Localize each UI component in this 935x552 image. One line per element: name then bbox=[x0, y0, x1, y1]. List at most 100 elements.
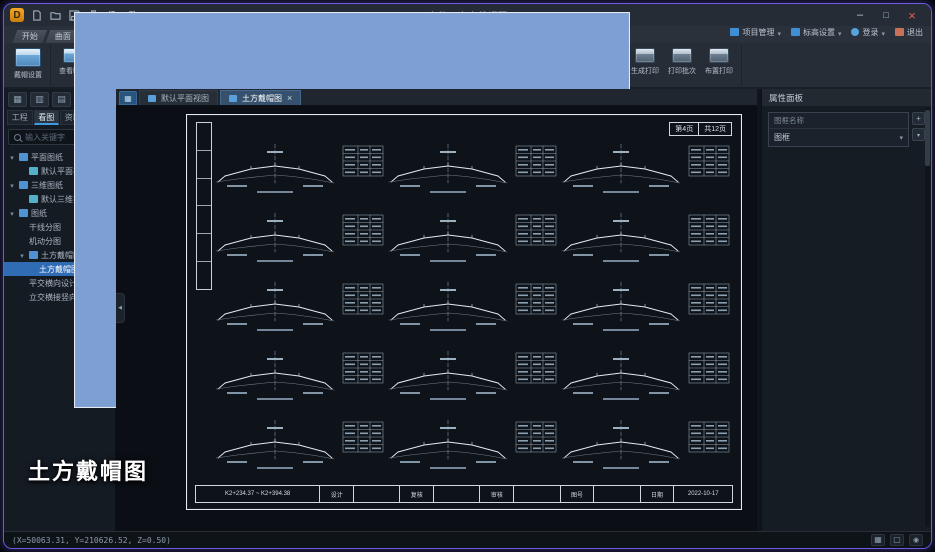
display-icon bbox=[791, 28, 800, 36]
caption-overlay: 土方戴帽图 bbox=[28, 454, 148, 486]
close-button[interactable] bbox=[899, 6, 925, 24]
frame-options-button[interactable] bbox=[912, 128, 925, 141]
ribbon-group: 戴帽设置 bbox=[6, 45, 51, 85]
minimize-button[interactable] bbox=[847, 6, 873, 24]
sidebar-tab-看图[interactable]: 看图 bbox=[34, 110, 60, 125]
new-file-icon[interactable] bbox=[29, 8, 43, 22]
menu-right-label: 登录 bbox=[862, 27, 878, 38]
ribbon-button[interactable]: 戴帽设置 bbox=[13, 48, 43, 80]
ribbon-button-label: 布置打印 bbox=[705, 66, 733, 76]
folder-icon bbox=[19, 209, 28, 217]
chevron-down-icon bbox=[777, 23, 781, 41]
document-tab[interactable]: 土方戴帽图 bbox=[220, 90, 301, 105]
panel-columns-icon[interactable] bbox=[30, 92, 49, 107]
drawing-canvas[interactable]: 第4页 共12页 bbox=[116, 106, 757, 531]
titleblock-cell: 设计 bbox=[319, 486, 353, 502]
properties-panel: 属性面板 图框名称 图框 bbox=[761, 89, 931, 531]
menu-right-label: 项目管理 bbox=[742, 27, 774, 38]
titleblock-cell: 2022-10-17 bbox=[673, 486, 732, 502]
page-number-box: 第4页 共12页 bbox=[669, 122, 732, 136]
chevron-down-icon bbox=[899, 133, 903, 142]
document-tab-label: 默认平面视图 bbox=[161, 93, 209, 104]
ribbon-button-label: 戴帽设置 bbox=[14, 70, 42, 80]
view-icon bbox=[29, 195, 38, 203]
tree-item[interactable]: 立交横接竖向图 bbox=[4, 290, 115, 304]
document-tab-label: 土方戴帽图 bbox=[242, 93, 282, 104]
maximize-button[interactable] bbox=[873, 6, 899, 24]
menu-tab-label: 开始 bbox=[22, 31, 38, 42]
project-icon bbox=[730, 28, 739, 36]
sheet-icon bbox=[74, 148, 115, 408]
printer-icon bbox=[635, 48, 655, 63]
ribbon-button[interactable]: 布置打印 bbox=[704, 48, 734, 76]
cross-sections-grid bbox=[215, 141, 731, 481]
frame-name-label: 图框名称 bbox=[769, 113, 908, 129]
document-tab[interactable]: 默认平面视图 bbox=[139, 90, 218, 105]
menu-right-item[interactable]: 退出 bbox=[895, 27, 923, 38]
monitor-icon bbox=[15, 48, 41, 67]
tree-item-label: 图纸 bbox=[31, 208, 47, 219]
printer-icon bbox=[672, 48, 692, 63]
ribbon-button[interactable]: 打印批次 bbox=[667, 48, 697, 76]
search-icon bbox=[14, 134, 21, 141]
tree-caret-icon bbox=[8, 153, 16, 162]
ribbon-button-label: 打印批次 bbox=[668, 66, 696, 76]
file-icon bbox=[229, 95, 237, 102]
chevron-down-icon bbox=[838, 23, 842, 41]
ribbon-button-label: 生成打印 bbox=[631, 66, 659, 76]
titleblock-cell bbox=[433, 486, 479, 502]
page-number: 第4页 bbox=[670, 123, 699, 135]
tree-item-label: 平交横向设计 bbox=[29, 278, 77, 289]
tree-caret-icon bbox=[8, 181, 16, 190]
printer-icon bbox=[709, 48, 729, 63]
titleblock-cell bbox=[353, 486, 399, 502]
menu-right-item[interactable]: 登录 bbox=[851, 23, 885, 41]
tree-caret-icon bbox=[8, 209, 16, 218]
tree-item-label: 机动分图 bbox=[29, 236, 61, 247]
drawing-sheet: 第4页 共12页 bbox=[186, 114, 742, 510]
folder-icon bbox=[19, 153, 28, 161]
tree-item-label: 三维图纸 bbox=[31, 180, 63, 191]
titleblock-cell: 复核 bbox=[399, 486, 433, 502]
open-folder-icon[interactable] bbox=[48, 8, 62, 22]
panel-grid-icon[interactable] bbox=[8, 92, 27, 107]
sheet-edge-titleblock bbox=[196, 122, 212, 290]
status-target-icon[interactable] bbox=[909, 534, 923, 546]
menu-right-label: 标高设置 bbox=[803, 27, 835, 38]
panel-rows-icon[interactable] bbox=[52, 92, 71, 107]
tree-item-label: 平面图纸 bbox=[31, 152, 63, 163]
ribbon-button[interactable]: 生成打印 bbox=[630, 48, 660, 76]
close-tab-icon[interactable] bbox=[287, 93, 292, 103]
main-area: 默认平面视图 土方戴帽图 第4页 共12页 bbox=[116, 89, 757, 531]
page-total: 共12页 bbox=[699, 123, 731, 135]
menu-tab[interactable]: 开始 bbox=[11, 29, 48, 43]
titleblock-cell: 审核 bbox=[479, 486, 513, 502]
menu-right-item[interactable]: 标高设置 bbox=[791, 23, 842, 41]
titleblock-cell: 图号 bbox=[560, 486, 594, 502]
cursor-coordinates: (X=50063.31, Y=210626.52, Z=0.50) bbox=[12, 536, 171, 545]
frame-select-value: 图框 bbox=[774, 132, 790, 143]
doc-tab-home-icon[interactable] bbox=[119, 91, 137, 105]
add-frame-button[interactable] bbox=[912, 112, 925, 125]
titleblock-cell bbox=[513, 486, 559, 502]
sidebar-collapse-handle[interactable] bbox=[116, 293, 125, 323]
status-grid-icon[interactable] bbox=[871, 534, 885, 546]
titleblock-cell bbox=[593, 486, 639, 502]
status-layout-icon[interactable] bbox=[890, 534, 904, 546]
app-logo-icon: D bbox=[10, 8, 24, 22]
frame-select-group: 图框名称 图框 bbox=[768, 112, 909, 147]
view-icon bbox=[29, 167, 38, 175]
titleblock-cell: K2+234.37 ~ K2+394.38 bbox=[196, 486, 319, 502]
menu-right-item[interactable]: 项目管理 bbox=[730, 23, 781, 41]
titleblock-cell: 日期 bbox=[640, 486, 674, 502]
menu-right-label: 退出 bbox=[907, 27, 923, 38]
properties-scrollbar[interactable] bbox=[925, 108, 930, 527]
sidebar-tab-工程[interactable]: 工程 bbox=[7, 110, 33, 125]
tree-caret-icon bbox=[18, 251, 26, 260]
status-bar: (X=50063.31, Y=210626.52, Z=0.50) bbox=[4, 531, 931, 548]
frame-select[interactable]: 图框 bbox=[769, 129, 908, 146]
tree-item-label: 土方戴帽图 bbox=[39, 264, 79, 275]
sheet-title-block: K2+234.37 ~ K2+394.38设计 复核 审核 图号 日期2022-10-1… bbox=[195, 485, 733, 503]
document-tab-bar: 默认平面视图 土方戴帽图 bbox=[116, 89, 757, 106]
properties-panel-header: 属性面板 bbox=[762, 89, 931, 106]
